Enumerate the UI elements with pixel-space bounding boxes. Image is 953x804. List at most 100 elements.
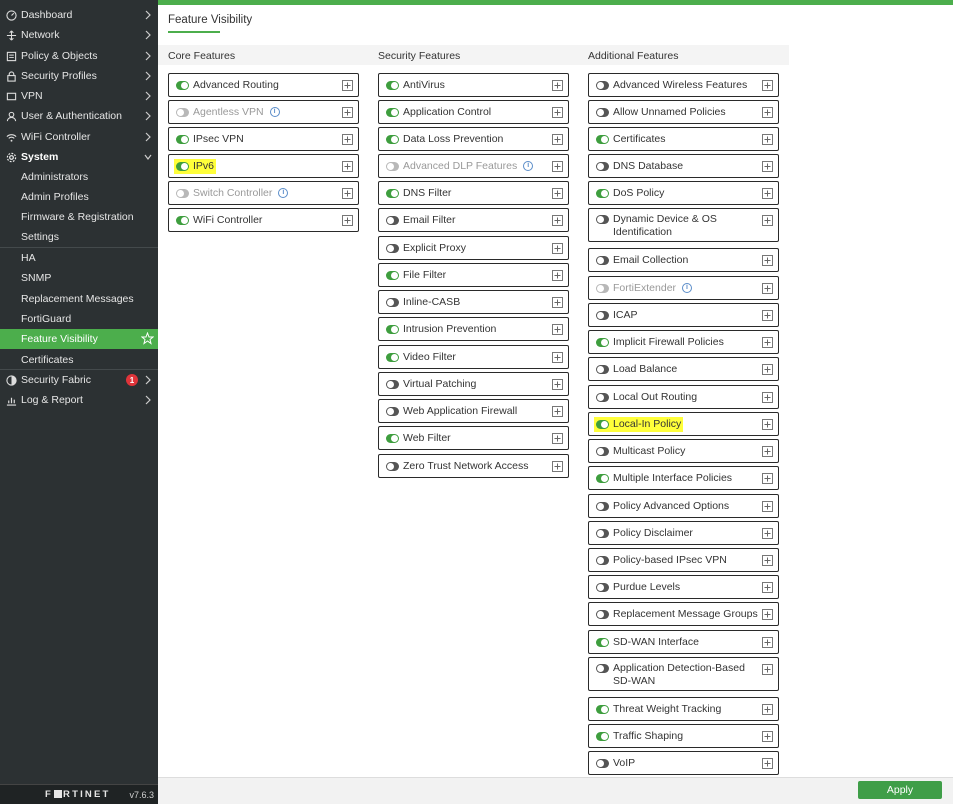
expand-icon[interactable] [762,80,773,91]
nav-dashboard[interactable]: Dashboard [0,5,158,25]
expand-icon[interactable] [762,255,773,266]
expand-icon[interactable] [762,528,773,539]
nav-settings[interactable]: Settings [0,227,158,247]
feature-toggle[interactable] [386,324,399,334]
feature-toggle[interactable] [596,364,609,374]
expand-icon[interactable] [342,134,353,145]
info-icon[interactable]: i [278,188,289,198]
feature-toggle[interactable] [386,80,399,90]
expand-icon[interactable] [762,215,773,226]
expand-icon[interactable] [762,582,773,593]
feature-toggle[interactable] [596,80,609,90]
feature-toggle[interactable] [596,310,609,320]
info-icon[interactable]: i [269,107,280,117]
feature-toggle[interactable] [596,731,609,741]
expand-icon[interactable] [342,215,353,226]
expand-icon[interactable] [552,406,563,417]
feature-toggle[interactable] [596,555,609,565]
nav-fortiguard[interactable]: FortiGuard [0,309,158,329]
expand-icon[interactable] [342,80,353,91]
feature-toggle[interactable] [176,80,189,90]
expand-icon[interactable] [552,352,563,363]
expand-icon[interactable] [762,446,773,457]
feature-toggle[interactable] [596,473,609,483]
expand-icon[interactable] [762,107,773,118]
feature-toggle[interactable] [386,461,399,471]
nav-user-authentication[interactable]: User & Authentication [0,106,158,126]
feature-toggle[interactable] [596,392,609,402]
expand-icon[interactable] [762,283,773,294]
feature-toggle[interactable] [596,758,609,768]
expand-icon[interactable] [762,637,773,648]
feature-toggle[interactable] [596,582,609,592]
feature-toggle[interactable] [176,134,189,144]
expand-icon[interactable] [762,134,773,145]
expand-icon[interactable] [552,461,563,472]
expand-icon[interactable] [342,161,353,172]
feature-toggle[interactable] [386,270,399,280]
nav-log-report[interactable]: Log & Report [0,390,158,410]
feature-toggle[interactable] [596,215,609,224]
nav-admin-profiles[interactable]: Admin Profiles [0,187,158,207]
feature-toggle[interactable] [596,609,609,619]
feature-toggle[interactable] [176,161,189,171]
expand-icon[interactable] [552,324,563,335]
nav-vpn[interactable]: VPN [0,86,158,106]
feature-toggle[interactable] [386,107,399,117]
nav-network[interactable]: Network [0,25,158,45]
feature-toggle[interactable] [596,664,609,673]
info-icon[interactable]: i [523,161,534,171]
expand-icon[interactable] [762,161,773,172]
expand-icon[interactable] [552,297,563,308]
expand-icon[interactable] [762,392,773,403]
nav-wifi-controller[interactable]: WiFi Controller [0,127,158,147]
expand-icon[interactable] [762,501,773,512]
expand-icon[interactable] [552,270,563,281]
nav-feature-visibility[interactable]: Feature Visibility [0,329,158,349]
feature-toggle[interactable] [596,255,609,265]
feature-toggle[interactable] [386,297,399,307]
feature-toggle[interactable] [386,243,399,253]
feature-toggle[interactable] [596,446,609,456]
feature-toggle[interactable] [596,637,609,647]
nav-replacement-messages[interactable]: Replacement Messages [0,289,158,309]
nav-ha[interactable]: HA [0,248,158,268]
expand-icon[interactable] [762,555,773,566]
feature-toggle[interactable] [596,107,609,117]
expand-icon[interactable] [762,310,773,321]
feature-toggle[interactable] [386,379,399,389]
expand-icon[interactable] [552,161,563,172]
feature-toggle[interactable] [596,528,609,538]
nav-administrators[interactable]: Administrators [0,167,158,187]
feature-toggle[interactable] [596,419,609,429]
feature-toggle[interactable] [176,215,189,225]
nav-firmware-registration[interactable]: Firmware & Registration [0,207,158,227]
expand-icon[interactable] [342,188,353,199]
feature-toggle[interactable] [596,134,609,144]
nav-system[interactable]: System [0,147,158,167]
expand-icon[interactable] [762,473,773,484]
feature-toggle[interactable] [386,188,399,198]
info-icon[interactable]: i [682,283,693,293]
expand-icon[interactable] [762,731,773,742]
nav-policy-objects[interactable]: Policy & Objects [0,46,158,66]
feature-toggle[interactable] [386,352,399,362]
apply-button[interactable]: Apply [858,781,942,799]
expand-icon[interactable] [552,215,563,226]
feature-toggle[interactable] [386,215,399,225]
expand-icon[interactable] [552,80,563,91]
expand-icon[interactable] [762,758,773,769]
expand-icon[interactable] [552,107,563,118]
feature-toggle[interactable] [386,433,399,443]
feature-toggle[interactable] [386,134,399,144]
feature-toggle[interactable] [596,501,609,511]
nav-security-profiles[interactable]: Security Profiles [0,66,158,86]
nav-certificates[interactable]: Certificates [0,350,158,370]
expand-icon[interactable] [552,188,563,199]
expand-icon[interactable] [762,609,773,620]
expand-icon[interactable] [762,337,773,348]
feature-toggle[interactable] [596,337,609,347]
nav-security-fabric[interactable]: Security Fabric 1 [0,370,158,390]
expand-icon[interactable] [762,664,773,675]
expand-icon[interactable] [762,188,773,199]
